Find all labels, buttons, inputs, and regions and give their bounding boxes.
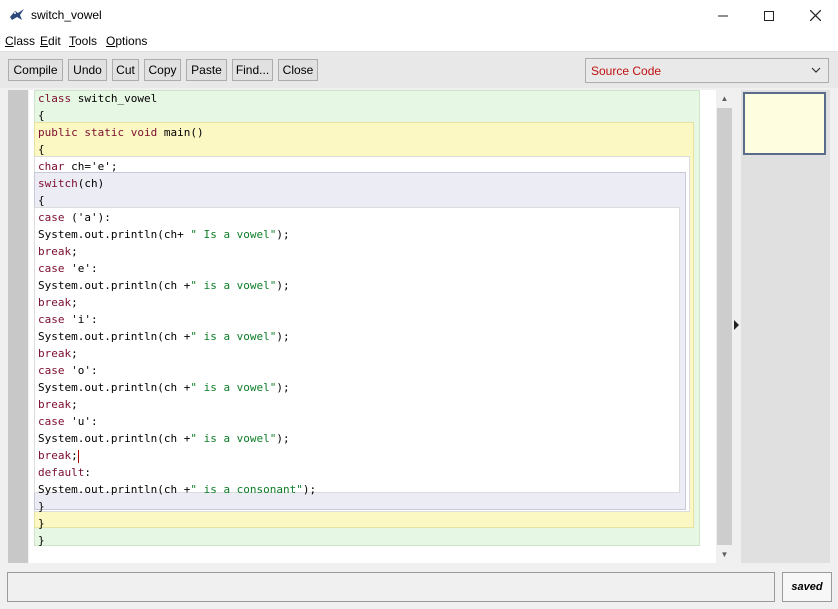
code-line[interactable]: System.out.println(ch +" is a vowel"); [38,430,316,447]
code-line[interactable]: break; [38,243,316,260]
code-line[interactable]: { [38,107,316,124]
text-cursor [77,449,79,463]
code-line[interactable]: System.out.println(ch +" is a consonant"… [38,481,316,498]
code-line[interactable]: default: [38,464,316,481]
maximize-icon [764,10,774,21]
code-line[interactable]: break; [38,294,316,311]
find-button[interactable]: Find... [232,59,273,81]
view-select[interactable]: Source Code [585,58,829,83]
code-line[interactable]: break; [38,447,316,464]
chevron-down-icon [811,67,821,73]
navigation-view[interactable] [741,90,830,563]
cut-button[interactable]: Cut [112,59,139,81]
code-line[interactable]: break; [38,396,316,413]
copy-button[interactable]: Copy [144,59,181,81]
code-line[interactable]: case 'i': [38,311,316,328]
close-icon [809,10,821,21]
line-gutter [8,90,28,563]
menu-options[interactable]: Options [106,34,147,48]
scroll-thumb[interactable] [717,108,732,545]
code-line[interactable]: break; [38,345,316,362]
status-bar: saved [0,563,838,609]
code-lines: class switch_vowel{public static void ma… [38,90,316,549]
close-window-button[interactable] [792,0,838,31]
code-line[interactable]: char ch='e'; [38,158,316,175]
view-select-value: Source Code [591,64,662,78]
saved-indicator: saved [782,572,832,602]
code-line[interactable]: switch(ch) [38,175,316,192]
undo-button[interactable]: Undo [68,59,107,81]
navigation-thumbnail[interactable] [743,92,826,155]
editor-scrollbar[interactable]: ▲ ▼ [716,90,733,563]
code-line[interactable]: public static void main() [38,124,316,141]
status-message [7,572,775,602]
navview-divider[interactable] [733,90,741,563]
menu-edit[interactable]: Edit [40,34,61,48]
scroll-up-icon[interactable]: ▲ [716,90,733,107]
code-editor[interactable]: class switch_vowel{public static void ma… [29,90,716,563]
code-line[interactable]: System.out.println(ch +" is a vowel"); [38,379,316,396]
code-line[interactable]: { [38,192,316,209]
code-line[interactable]: System.out.println(ch +" is a vowel"); [38,328,316,345]
collapse-arrow-icon[interactable] [734,320,739,330]
compile-button[interactable]: Compile [8,59,63,81]
code-line[interactable]: case ('a'): [38,209,316,226]
minimize-button[interactable] [700,0,746,31]
code-line[interactable]: class switch_vowel [38,90,316,107]
title-bar: switch_vowel [0,0,838,31]
paste-button[interactable]: Paste [186,59,227,81]
code-line[interactable]: System.out.println(ch +" is a vowel"); [38,277,316,294]
code-line[interactable]: } [38,515,316,532]
minimize-icon [718,15,728,16]
scroll-down-icon[interactable]: ▼ [716,546,733,563]
maximize-button[interactable] [746,0,792,31]
menu-class[interactable]: Class [5,34,35,48]
code-line[interactable]: } [38,498,316,515]
code-line[interactable]: } [38,532,316,549]
close-button[interactable]: Close [278,59,318,81]
menu-tools[interactable]: Tools [69,34,97,48]
window-title: switch_vowel [31,8,102,22]
menu-bar: Class Edit Tools Options [0,31,838,52]
bluej-bird-icon [10,9,24,20]
code-line[interactable]: case 'u': [38,413,316,430]
code-line[interactable]: System.out.println(ch+ " Is a vowel"); [38,226,316,243]
code-line[interactable]: { [38,141,316,158]
code-line[interactable]: case 'o': [38,362,316,379]
code-line[interactable]: case 'e': [38,260,316,277]
